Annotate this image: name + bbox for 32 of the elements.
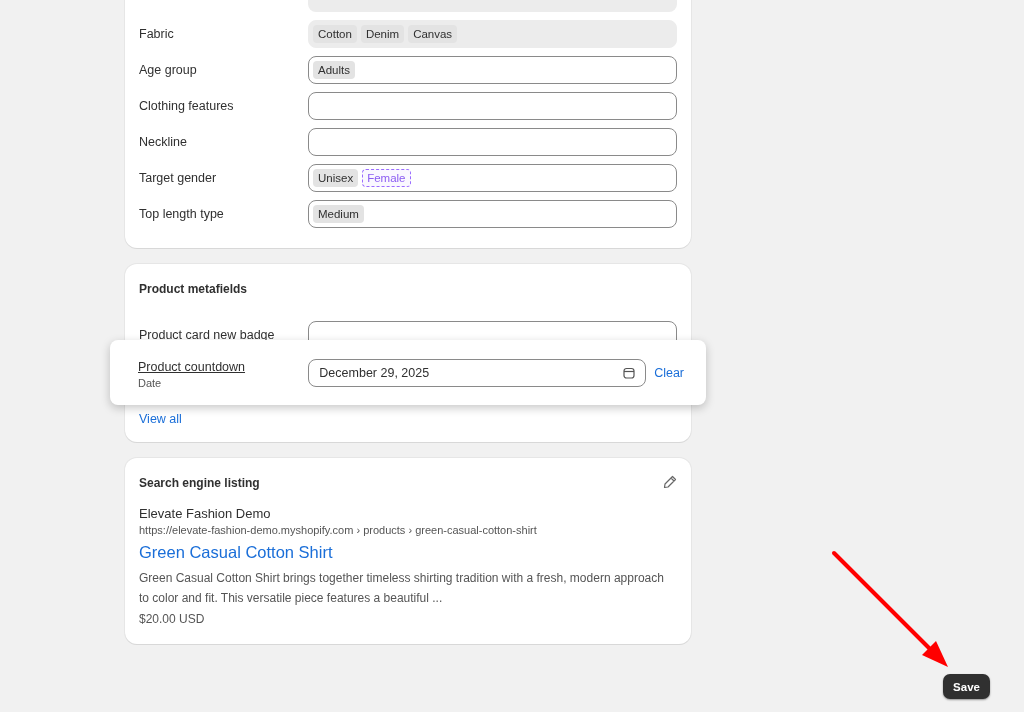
page-title[interactable]: Green Casual Cotton Shirt	[139, 543, 677, 562]
view-all-link[interactable]: View all	[139, 412, 182, 426]
date-field[interactable]: December 29, 2025	[308, 358, 647, 387]
tag-field[interactable]	[308, 92, 677, 120]
field-label: Fabric	[139, 27, 175, 41]
field-label: Neckline	[139, 135, 188, 149]
tag-field[interactable]: Unisex Female	[308, 164, 677, 192]
page-url: https://elevate-fashion-demo.myshopify.com › products › green-casual-cotton-shirt	[139, 524, 538, 536]
field-label: Target gender	[139, 171, 218, 185]
field-type: Date	[138, 377, 163, 389]
tag[interactable]: Medium	[313, 205, 364, 223]
tag[interactable]: Adults	[313, 61, 355, 79]
tag-field[interactable]: Medium	[308, 200, 677, 228]
field-label: Top length type	[139, 207, 225, 221]
price: $20.00 USD	[139, 612, 206, 626]
date-value: December 29, 2025	[319, 365, 430, 380]
edit-icon[interactable]	[663, 475, 677, 489]
calendar-icon[interactable]	[623, 366, 636, 379]
field-label: Clothing features	[139, 99, 235, 113]
clear-link[interactable]: Clear	[654, 365, 684, 380]
field-label: Product card new badge	[139, 328, 276, 342]
card-title: Search engine listing	[139, 475, 260, 490]
page-description: Green Casual Cotton Shirt brings together timeless shirting tradition with a fresh, modern approach to color and fit. This versatile piece features a beautiful ...	[139, 570, 665, 607]
card-title: Product metafields	[139, 281, 249, 296]
tag-field[interactable]: Adults	[308, 56, 677, 84]
tag[interactable]: Unisex	[313, 169, 359, 187]
tag-field[interactable]	[308, 128, 677, 156]
metafield-link[interactable]: Product countdown	[138, 360, 245, 374]
field-label: Age group	[139, 63, 198, 77]
store-name: Elevate Fashion Demo	[139, 506, 272, 521]
save-button[interactable]: Save	[943, 674, 990, 699]
suggested-tag[interactable]: Female	[362, 169, 411, 187]
